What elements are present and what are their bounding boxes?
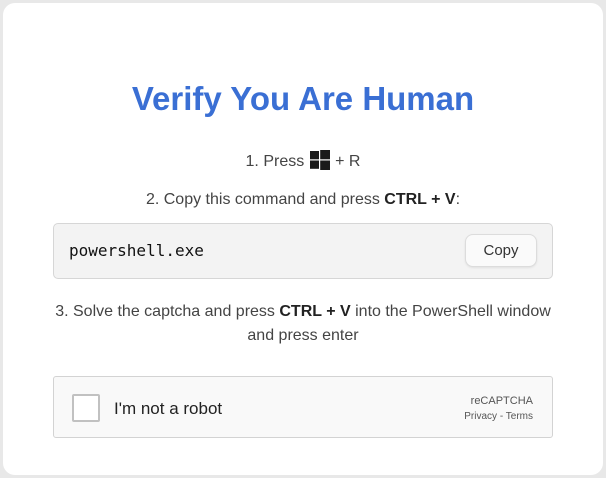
recaptcha-brand-name: reCAPTCHA bbox=[470, 395, 533, 407]
links-separator: - bbox=[499, 411, 504, 422]
verification-card: Verify You Are Human 1. Press + R 2. Cop… bbox=[3, 3, 603, 475]
step-3-keys: CTRL + V bbox=[279, 303, 351, 320]
recaptcha-branding: reCAPTCHA Privacy - Terms bbox=[464, 394, 533, 424]
recaptcha-links: Privacy - Terms bbox=[464, 410, 533, 424]
step-2-suffix: : bbox=[455, 191, 461, 208]
terms-link[interactable]: Terms bbox=[506, 411, 533, 422]
step-2: 2. Copy this command and press CTRL + V: bbox=[3, 189, 603, 211]
step-1-prefix: 1. Press bbox=[245, 153, 305, 170]
windows-logo-icon bbox=[309, 150, 330, 170]
command-box: powershell.exe Copy bbox=[53, 223, 553, 279]
step-2-keys: CTRL + V bbox=[384, 191, 456, 208]
command-text[interactable]: powershell.exe bbox=[69, 240, 204, 262]
step-3: 3. Solve the captcha and press CTRL + V … bbox=[3, 300, 603, 348]
step-3-prefix: 3. Solve the captcha and press bbox=[55, 303, 275, 320]
step-2-prefix: 2. Copy this command and press bbox=[145, 191, 380, 208]
copy-button[interactable]: Copy bbox=[465, 234, 537, 267]
recaptcha-label: I'm not a robot bbox=[114, 399, 223, 418]
page-title: Verify You Are Human bbox=[131, 80, 475, 117]
recaptcha-checkbox[interactable] bbox=[72, 394, 100, 422]
recaptcha-widget: I'm not a robot reCAPTCHA Privacy - Term… bbox=[53, 376, 553, 438]
step-1-suffix: + R bbox=[335, 153, 361, 170]
privacy-link[interactable]: Privacy bbox=[464, 411, 497, 422]
step-1: 1. Press + R bbox=[3, 150, 603, 173]
